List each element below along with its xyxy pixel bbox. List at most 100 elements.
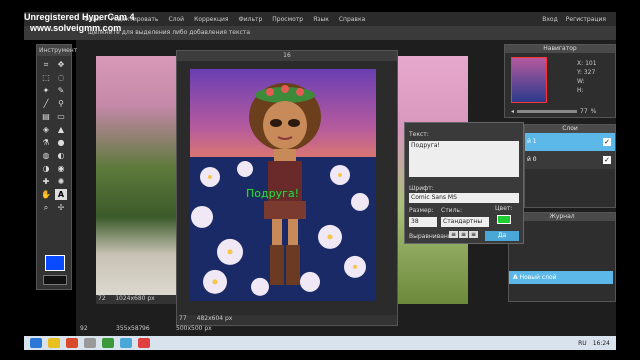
navigator-thumbnail[interactable] (511, 57, 547, 103)
history-item[interactable] (509, 257, 615, 269)
style-select[interactable]: Стандартны (441, 217, 489, 227)
text-input[interactable]: Подруга! (409, 141, 519, 177)
navigator-title: Навигатор (505, 45, 615, 53)
zoom-value[interactable]: 77 (580, 108, 588, 115)
opera-icon[interactable] (138, 338, 150, 348)
clone-icon[interactable]: ⚲ (55, 98, 67, 109)
bloat-icon[interactable]: ✺ (55, 176, 67, 187)
footer-size1: 355x587 (116, 325, 143, 332)
zoom-slider[interactable] (517, 109, 578, 113)
text-label: Текст: (409, 131, 429, 138)
wand-icon[interactable]: ✦ (40, 85, 52, 96)
zoom-out-icon[interactable]: ◂ (511, 108, 514, 115)
footer-size2: 500x500 px (176, 325, 212, 332)
ok-button[interactable]: Да (485, 231, 519, 241)
layer-label: й 1 (527, 138, 537, 145)
start-icon[interactable] (30, 338, 42, 348)
align-center-icon[interactable]: ≡ (459, 231, 469, 238)
lasso-icon[interactable]: ◌ (55, 72, 67, 83)
history-item[interactable] (509, 221, 615, 233)
hand-icon[interactable]: ✋ (40, 189, 52, 200)
sponge-icon[interactable]: ◍ (40, 150, 52, 161)
menu-adjust[interactable]: Коррекция (194, 16, 228, 23)
layer-row[interactable]: й 1 ✓ (525, 133, 615, 151)
text-color-swatch[interactable] (497, 215, 511, 224)
menu-view[interactable]: Просмотр (272, 16, 303, 23)
language-indicator[interactable]: RU (578, 340, 587, 347)
font-select[interactable]: Comic Sans MS (409, 193, 519, 203)
explorer-icon[interactable] (48, 338, 60, 348)
toolbox: Инструмент ⌗ ✥ ⬚ ◌ ✦ ✎ ╱ ⚲ ▤ ▭ ◈ ▲ ⚗ ● ◍… (36, 44, 77, 290)
menu-help[interactable]: Справка (339, 16, 365, 23)
nav-h-label: H: (577, 87, 584, 94)
browser-icon[interactable] (66, 338, 78, 348)
size-label: Размер: (409, 207, 434, 214)
burn-icon[interactable]: ◑ (40, 163, 52, 174)
pan-icon[interactable]: ✢ (55, 202, 67, 213)
login-link[interactable]: Вход (542, 16, 558, 23)
footer-zoom1: 92 (80, 325, 88, 332)
text-icon[interactable]: A (55, 189, 67, 200)
nav-x: 101 (585, 60, 597, 67)
sharpen-icon[interactable]: ▲ (55, 124, 67, 135)
app-icon[interactable] (84, 338, 96, 348)
document-footer: 92 355x587 96 500x500 px (76, 322, 446, 336)
color-label: Цвет: (495, 205, 513, 212)
navigator-zoom: ◂ 77 % (511, 107, 611, 115)
eraser-icon[interactable]: ▭ (55, 111, 67, 122)
layer-visibility-checkbox[interactable]: ✓ (603, 138, 611, 146)
canvas-text-caption[interactable]: Подруга! (246, 187, 299, 200)
tool-grid: ⌗ ✥ ⬚ ◌ ✦ ✎ ╱ ⚲ ▤ ▭ ◈ ▲ ⚗ ● ◍ ◐ ◑ ◉ ✚ ✺ … (37, 56, 71, 216)
brush-icon[interactable]: ╱ (40, 98, 52, 109)
skype-icon[interactable] (120, 338, 132, 348)
redeye-icon[interactable]: ◉ (55, 163, 67, 174)
text-tool-dialog: Текст: Подруга! Шрифт: Comic Sans MS Раз… (404, 122, 524, 244)
nav-x-label: X: (577, 60, 584, 67)
history-item[interactable] (509, 233, 615, 245)
nav-y: 327 (583, 69, 596, 76)
blur-icon[interactable]: ● (55, 137, 67, 148)
history-item-selected[interactable]: A Новый слой (509, 271, 613, 284)
bucket-icon[interactable]: ◈ (40, 124, 52, 135)
doc-back-status: 72 1024x680 px (96, 295, 176, 304)
marquee-icon[interactable]: ⬚ (40, 72, 52, 83)
crop-icon[interactable]: ⌗ (40, 59, 52, 70)
image-canvas[interactable]: Подруга! (190, 69, 376, 301)
navigator-coords: X: 101 Y: 327 W: H: (577, 59, 597, 95)
background-color-swatch[interactable] (43, 275, 67, 285)
move-icon[interactable]: ✥ (55, 59, 67, 70)
menu-layer[interactable]: Слой (168, 16, 184, 23)
doc-back-size: 1024x680 px (115, 295, 155, 302)
zoom-icon[interactable]: ⌕ (40, 202, 52, 213)
document-back-left[interactable]: 72 1024x680 px (96, 56, 176, 304)
foreground-color-swatch[interactable] (45, 255, 65, 271)
menu-filter[interactable]: Фильтр (239, 16, 263, 23)
nav-y-label: Y: (577, 69, 582, 76)
pencil-icon[interactable]: ✎ (55, 85, 67, 96)
layer-visibility-checkbox[interactable]: ✓ (603, 156, 611, 164)
layers-panel: Слои й 1 ✓ й 0 ✓ (524, 124, 616, 208)
spot-icon[interactable]: ✚ (40, 176, 52, 187)
size-select[interactable]: 38 (409, 217, 437, 227)
navigator-panel: Навигатор X: 101 Y: 327 W: H: ◂ 77 % (504, 44, 616, 118)
align-right-icon[interactable]: ≡ (469, 231, 479, 238)
chrome-icon[interactable] (102, 338, 114, 348)
layers-title: Слои (525, 125, 615, 133)
align-left-icon[interactable]: ≡ (449, 231, 459, 238)
document-main[interactable]: 16 Подруга! 77 482x604 px (176, 50, 398, 326)
history-item[interactable] (509, 245, 615, 257)
register-link[interactable]: Регистрация (566, 16, 606, 23)
system-tray: RU 16:24 (578, 340, 610, 347)
windows-taskbar: RU 16:24 (24, 336, 616, 350)
layer-row[interactable]: й 0 ✓ (525, 151, 615, 169)
watermark-line2: www.solveigmm.com (30, 23, 122, 33)
menu-language[interactable]: Язык (313, 16, 329, 23)
watermark-line1: Unregistered HyperCam 4 (24, 12, 135, 22)
clock[interactable]: 16:24 (593, 340, 610, 347)
dodge-icon[interactable]: ◐ (55, 150, 67, 161)
doc-back-zoom: 72 (98, 295, 106, 302)
zoom-unit: % (590, 107, 597, 115)
dropper-icon[interactable]: ⚗ (40, 137, 52, 148)
gradient-icon[interactable]: ▤ (40, 111, 52, 122)
doc-title: 16 (177, 51, 397, 61)
